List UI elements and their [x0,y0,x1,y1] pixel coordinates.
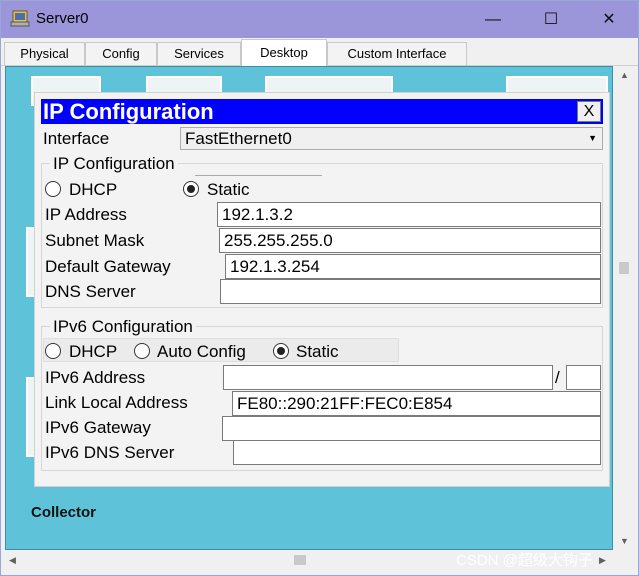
scroll-thumb[interactable] [294,555,306,565]
minimize-icon[interactable]: — [464,1,522,38]
ipv6-static-label: Static [296,342,339,361]
link-local-address-label: Link Local Address [45,393,188,412]
ip-configuration-dialog: IP Configuration X Interface FastEtherne… [34,92,610,487]
default-gateway-label: Default Gateway [45,257,171,276]
desktop-label-collector: Collector [31,504,97,521]
ip-address-label: IP Address [45,205,127,224]
window-title: Server0 [36,10,89,27]
ipv6-dhcp-radio[interactable] [45,343,61,359]
ipv6-gateway-field[interactable] [222,416,601,441]
scroll-right-icon[interactable]: ▶ [599,555,606,566]
dns-server-label: DNS Server [45,282,136,301]
dialog-title-bar: IP Configuration X [41,99,603,124]
ipv6-group-title: IPv6 Configuration [50,317,196,337]
tab-custom-interface[interactable]: Custom Interface [327,42,467,65]
ipv6-address-field[interactable] [223,365,553,390]
divider [195,175,322,176]
ipv6-address-label: IPv6 Address [45,368,146,387]
subnet-mask-label: Subnet Mask [45,231,145,250]
close-icon[interactable]: ✕ [580,1,638,38]
interface-select[interactable]: FastEthernet0 ▼ [180,127,603,150]
title-bar[interactable]: Server0 — ☐ ✕ [1,1,638,38]
scroll-thumb[interactable] [619,262,629,274]
link-local-address-field[interactable]: FE80::290:21FF:FEC0:E854 [232,391,601,416]
scroll-left-icon[interactable]: ◀ [9,555,16,566]
dialog-close-button[interactable]: X [577,101,601,122]
dns-server-field[interactable] [220,279,601,304]
ipv6-auto-config-label: Auto Config [157,342,246,361]
subnet-mask-field[interactable]: 255.255.255.0 [219,228,601,253]
ip-address-field[interactable]: 192.1.3.2 [217,202,601,227]
tab-bar: Physical Config Services Desktop Custom … [1,38,638,66]
tab-desktop[interactable]: Desktop [241,39,327,66]
app-icon [10,10,30,27]
ipv6-auto-config-radio[interactable] [134,343,150,359]
ipv4-static-label: Static [207,180,250,199]
interface-value: FastEthernet0 [185,129,292,148]
watermark: CSDN @超级大钩子 [456,552,593,569]
interface-label: Interface [43,129,110,148]
ipv4-static-radio[interactable] [183,181,199,197]
scroll-down-icon[interactable]: ▼ [620,536,629,546]
ipv4-dhcp-label: DHCP [69,180,118,199]
scroll-up-icon[interactable]: ▲ [620,70,629,80]
tab-services[interactable]: Services [157,42,241,65]
dialog-title: IP Configuration [43,99,214,124]
ipv6-dhcp-label: DHCP [69,342,118,361]
ipv4-dhcp-radio[interactable] [45,181,61,197]
dropdown-arrow-icon: ▼ [588,133,597,143]
tab-physical[interactable]: Physical [4,42,85,65]
maximize-icon[interactable]: ☐ [522,1,580,38]
tab-config[interactable]: Config [85,42,157,65]
default-gateway-field[interactable]: 192.1.3.254 [225,254,601,279]
ipv6-dns-server-field[interactable] [233,440,601,465]
ipv6-dns-server-label: IPv6 DNS Server [45,443,175,462]
ipv4-group-title: IP Configuration [50,154,178,174]
server-window: Server0 — ☐ ✕ Physical Config Services D… [0,0,639,576]
prefix-separator: / [555,368,560,387]
ipv6-prefix-field[interactable] [566,365,601,390]
ipv6-gateway-label: IPv6 Gateway [45,418,151,437]
ipv6-static-radio[interactable] [273,343,289,359]
vertical-scrollbar[interactable]: ▲ ▼ [614,66,634,550]
